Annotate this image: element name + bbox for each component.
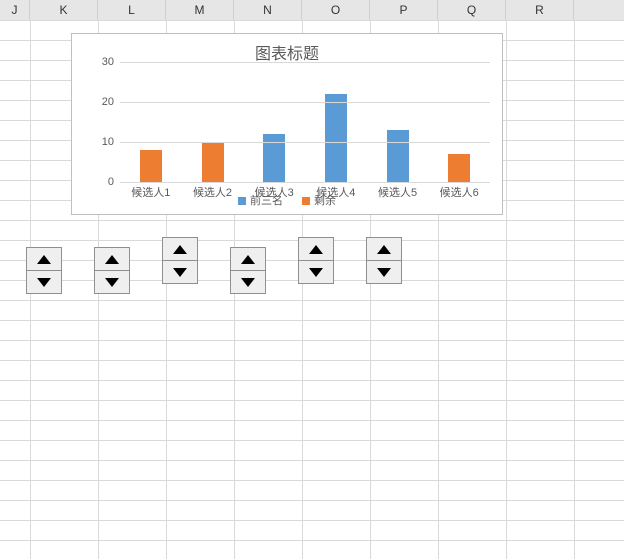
column-header-K[interactable]: K bbox=[30, 0, 98, 20]
legend-label: 剩余 bbox=[314, 195, 336, 207]
spinner-3[interactable] bbox=[162, 237, 198, 284]
bar[interactable] bbox=[387, 130, 409, 182]
column-header-P[interactable]: P bbox=[370, 0, 438, 20]
legend-swatch-icon bbox=[238, 197, 246, 205]
worksheet: JKLMNOPQR 图表标题 0102030 候选人1候选人2候选人3候选人4候… bbox=[0, 0, 624, 559]
column-header-row: JKLMNOPQR bbox=[0, 0, 624, 21]
triangle-down-icon bbox=[37, 278, 51, 287]
bar-slot bbox=[428, 62, 490, 182]
spinner-group bbox=[26, 237, 456, 307]
triangle-down-icon bbox=[105, 278, 119, 287]
bar-slot bbox=[305, 62, 367, 182]
gridline bbox=[120, 102, 490, 103]
y-axis: 0102030 bbox=[72, 62, 120, 182]
legend-item-rest: 剩余 bbox=[302, 192, 336, 208]
spinner-up-button[interactable] bbox=[231, 248, 265, 270]
legend-item-top3: 前三名 bbox=[238, 192, 283, 208]
spinner-down-button[interactable] bbox=[367, 260, 401, 283]
column-header-M[interactable]: M bbox=[166, 0, 234, 20]
column-header-Q[interactable]: Q bbox=[438, 0, 506, 20]
triangle-up-icon bbox=[173, 245, 187, 254]
column-header-O[interactable]: O bbox=[302, 0, 370, 20]
y-tick: 20 bbox=[78, 96, 114, 108]
spinner-5[interactable] bbox=[298, 237, 334, 284]
column-header-J[interactable]: J bbox=[0, 0, 30, 20]
spinner-down-button[interactable] bbox=[231, 270, 265, 293]
column-header-R[interactable]: R bbox=[506, 0, 574, 20]
spinner-down-button[interactable] bbox=[163, 260, 197, 283]
bar[interactable] bbox=[325, 94, 347, 182]
gridline bbox=[120, 62, 490, 63]
spinner-down-button[interactable] bbox=[299, 260, 333, 283]
triangle-up-icon bbox=[37, 255, 51, 264]
spinner-up-button[interactable] bbox=[299, 238, 333, 260]
chart-title: 图表标题 bbox=[72, 40, 502, 64]
legend-swatch-icon bbox=[302, 197, 310, 205]
spinner-4[interactable] bbox=[230, 247, 266, 294]
spinner-down-button[interactable] bbox=[95, 270, 129, 293]
column-header-L[interactable]: L bbox=[98, 0, 166, 20]
spinner-1[interactable] bbox=[26, 247, 62, 294]
bar[interactable] bbox=[448, 154, 470, 182]
bar-slot bbox=[367, 62, 429, 182]
spinner-up-button[interactable] bbox=[367, 238, 401, 260]
spinner-up-button[interactable] bbox=[163, 238, 197, 260]
y-tick: 30 bbox=[78, 56, 114, 68]
y-tick: 10 bbox=[78, 136, 114, 148]
gridline bbox=[120, 182, 490, 183]
spinner-up-button[interactable] bbox=[95, 248, 129, 270]
triangle-up-icon bbox=[309, 245, 323, 254]
plot-area bbox=[120, 62, 490, 182]
triangle-up-icon bbox=[241, 255, 255, 264]
spinner-down-button[interactable] bbox=[27, 270, 61, 293]
triangle-down-icon bbox=[241, 278, 255, 287]
gridline bbox=[120, 142, 490, 143]
column-header-N[interactable]: N bbox=[234, 0, 302, 20]
triangle-up-icon bbox=[377, 245, 391, 254]
legend-label: 前三名 bbox=[250, 195, 283, 207]
spinner-up-button[interactable] bbox=[27, 248, 61, 270]
legend: 前三名 剩余 bbox=[72, 192, 502, 208]
triangle-down-icon bbox=[377, 268, 391, 277]
triangle-down-icon bbox=[173, 268, 187, 277]
y-tick: 0 bbox=[78, 176, 114, 188]
bar[interactable] bbox=[140, 150, 162, 182]
embedded-chart[interactable]: 图表标题 0102030 候选人1候选人2候选人3候选人4候选人5候选人6 前三… bbox=[71, 33, 503, 215]
triangle-up-icon bbox=[105, 255, 119, 264]
bar-slot bbox=[243, 62, 305, 182]
bar-slot bbox=[120, 62, 182, 182]
bar-slot bbox=[182, 62, 244, 182]
spinner-6[interactable] bbox=[366, 237, 402, 284]
bar[interactable] bbox=[202, 142, 224, 182]
spinner-2[interactable] bbox=[94, 247, 130, 294]
triangle-down-icon bbox=[309, 268, 323, 277]
